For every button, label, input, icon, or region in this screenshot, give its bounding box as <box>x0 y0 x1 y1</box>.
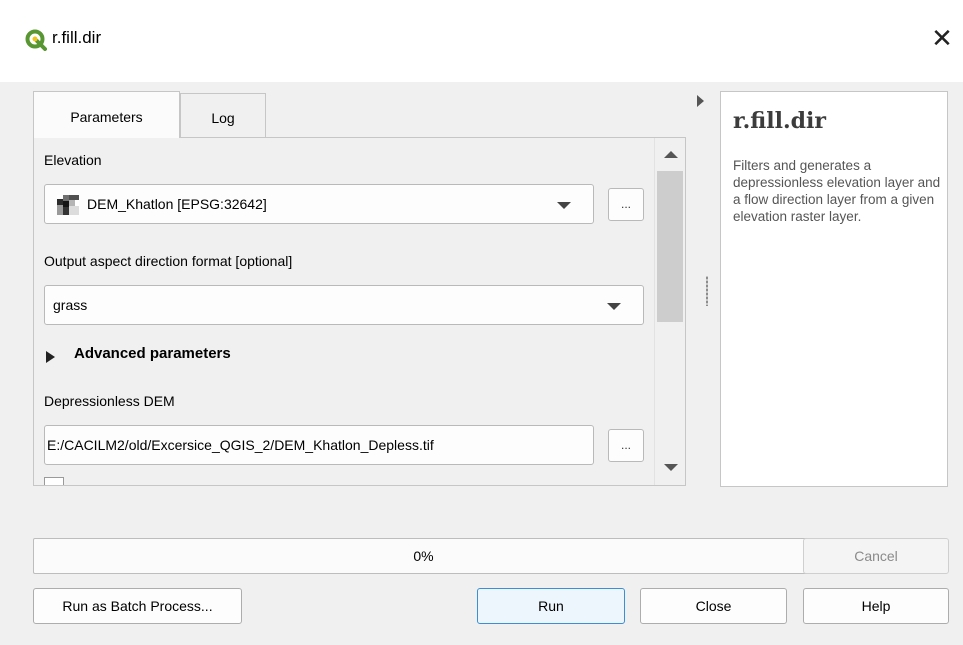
chevron-down-icon <box>607 303 621 310</box>
elevation-browse-button[interactable]: ... <box>608 188 644 221</box>
help-description: Filters and generates a depressionless e… <box>733 158 941 224</box>
tab-log[interactable]: Log <box>180 93 266 137</box>
help-panel: r.fill.dir Filters and generates a depre… <box>720 91 948 487</box>
elevation-select[interactable]: DEM_Khatlon [EPSG:32642] <box>44 184 594 224</box>
help-button[interactable]: Help <box>803 588 949 624</box>
open-output-checkbox[interactable] <box>44 477 64 485</box>
parameters-scrollbar[interactable] <box>654 138 685 485</box>
elevation-label: Elevation <box>44 152 102 168</box>
aspect-format-label: Output aspect direction format [optional… <box>44 253 293 269</box>
expand-arrow-icon[interactable] <box>46 351 55 363</box>
aspect-format-select[interactable]: grass <box>44 285 644 325</box>
scrollbar-thumb[interactable] <box>657 171 683 322</box>
raster-layer-icon <box>57 195 79 215</box>
scroll-up-icon[interactable] <box>664 151 678 158</box>
close-icon[interactable]: ✕ <box>926 22 958 54</box>
progress-bar: 0% <box>33 538 814 574</box>
depressionless-dem-value: E:/CACILM2/old/Excersice_QGIS_2/DEM_Khat… <box>47 437 434 453</box>
run-button[interactable]: Run <box>477 588 625 624</box>
tab-parameters[interactable]: Parameters <box>33 91 180 138</box>
advanced-parameters-toggle[interactable]: Advanced parameters <box>74 345 231 362</box>
elevation-value: DEM_Khatlon [EPSG:32642] <box>87 196 267 212</box>
collapse-help-icon[interactable] <box>697 95 704 107</box>
parameters-panel: Elevation DEM_Khatlon [EPSG:32642] ... O… <box>33 137 686 486</box>
window-title: r.fill.dir <box>52 28 102 47</box>
help-title: r.fill.dir <box>733 108 826 134</box>
splitter-handle[interactable] <box>706 276 708 306</box>
close-button[interactable]: Close <box>640 588 787 624</box>
depressionless-browse-button[interactable]: ... <box>608 429 644 462</box>
run-batch-button[interactable]: Run as Batch Process... <box>33 588 242 624</box>
depressionless-dem-label: Depressionless DEM <box>44 393 175 409</box>
aspect-format-value: grass <box>53 297 88 313</box>
scroll-down-icon[interactable] <box>664 464 678 471</box>
chevron-down-icon <box>557 202 571 209</box>
title-bar: r.fill.dir ✕ <box>0 0 963 82</box>
qgis-logo-icon <box>25 29 47 51</box>
depressionless-dem-input[interactable]: E:/CACILM2/old/Excersice_QGIS_2/DEM_Khat… <box>44 425 594 465</box>
cancel-button[interactable]: Cancel <box>803 538 949 574</box>
